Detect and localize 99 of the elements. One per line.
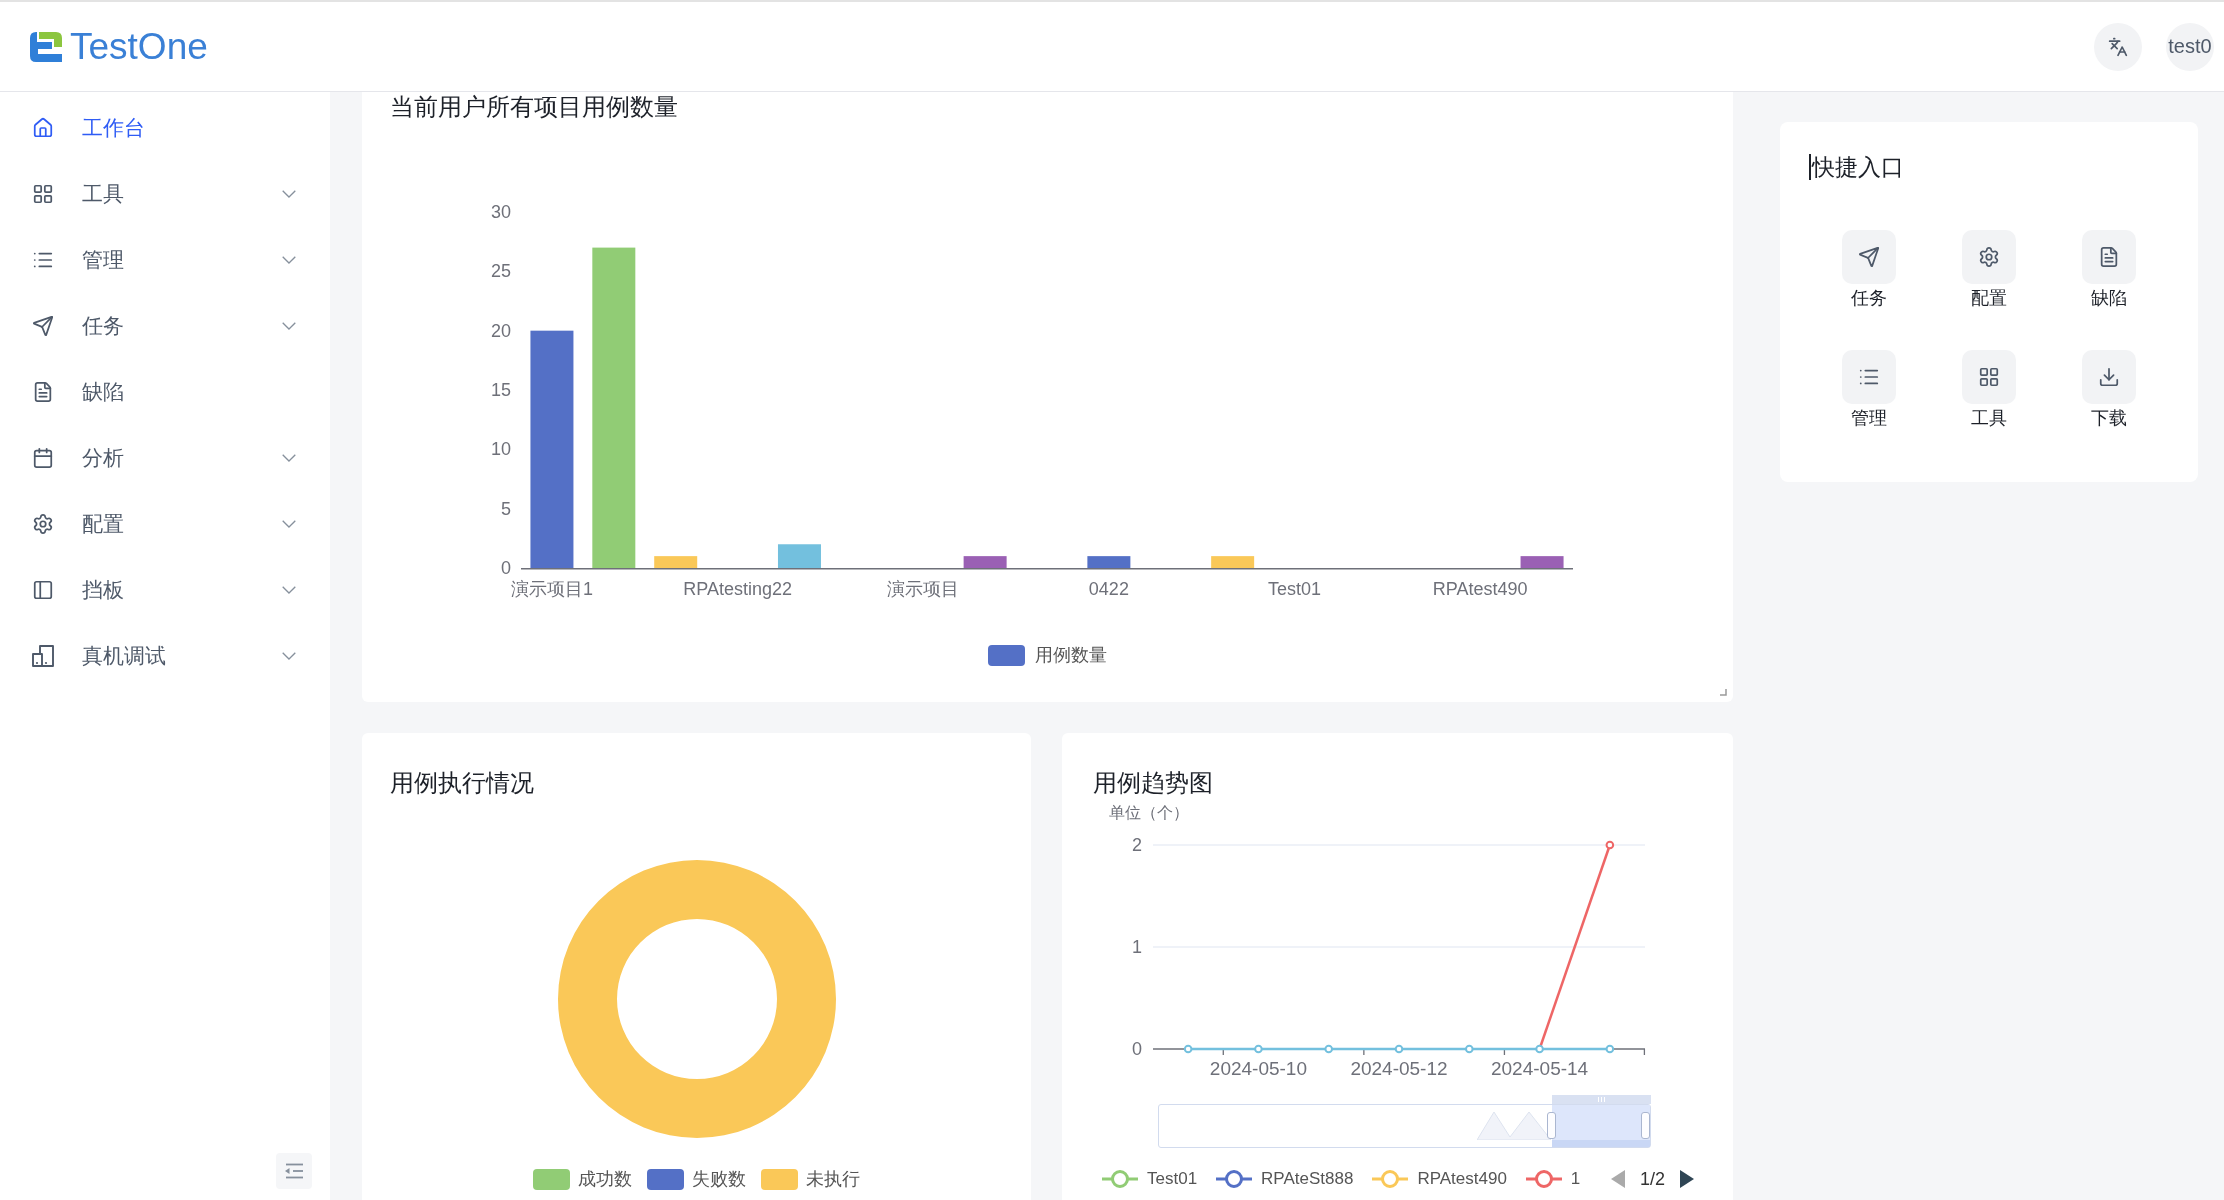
panel-icon <box>32 579 54 601</box>
sidebar-menu-item[interactable]: 任务 <box>0 293 330 359</box>
bar <box>1211 556 1255 568</box>
legend-item[interactable]: 未执行 <box>761 1168 860 1190</box>
slider-handle[interactable] <box>1547 1112 1557 1139</box>
legend-item[interactable]: RPAtest490 <box>1372 1168 1507 1190</box>
next-page-button[interactable] <box>1680 1170 1695 1188</box>
y-axis-label: 0 <box>501 558 511 578</box>
sidebar-menu-item[interactable]: 缺陷 <box>0 359 330 425</box>
y-axis-label: 15 <box>490 380 511 400</box>
data-point <box>1394 1044 1404 1054</box>
triangle-left-icon <box>1611 1170 1625 1188</box>
x-axis-label: 演示项目 <box>887 579 960 599</box>
chevron-down-icon <box>282 190 296 198</box>
chevron-down-icon <box>282 586 296 594</box>
bar <box>777 544 821 568</box>
sidebar-menu-item[interactable]: 分析 <box>0 425 330 491</box>
slider-handle[interactable] <box>1641 1112 1650 1139</box>
data-point <box>1465 1044 1474 1054</box>
quick-entry-button[interactable]: 下载 <box>2082 350 2136 430</box>
collapse-sidebar-button[interactable] <box>276 1153 312 1189</box>
legend-item[interactable]: Test01 <box>1102 1168 1198 1190</box>
download-icon <box>2082 350 2136 404</box>
x-axis-label: RPAtest490 <box>1432 579 1528 599</box>
legend-item[interactable]: 成功数 <box>533 1168 632 1190</box>
card-title: 用例趋势图 <box>1092 768 1214 798</box>
quick-entry-button[interactable]: 管理 <box>1842 350 1896 430</box>
card-title: 当前用户所有项目用例数量 <box>389 92 679 122</box>
x-axis-label: 2024-05-12 <box>1350 1058 1448 1079</box>
user-avatar[interactable]: test0 <box>2166 22 2214 71</box>
grid-icon <box>32 183 54 205</box>
data-point <box>1183 1044 1193 1054</box>
y-axis-label: 25 <box>490 261 511 282</box>
bar <box>963 556 1007 568</box>
settings-icon <box>32 513 54 535</box>
x-axis-label: 2024-05-14 <box>1490 1058 1589 1079</box>
sidebar-menu-item[interactable]: 配置 <box>0 491 330 557</box>
zoom-slider-track[interactable] <box>1158 1104 1651 1148</box>
x-axis-label: 2024-05-10 <box>1209 1058 1308 1079</box>
text-cursor <box>1809 154 1811 180</box>
settings-icon <box>1962 230 2016 284</box>
chevron-down-icon <box>282 454 296 462</box>
calendar-icon <box>32 447 54 469</box>
translate-icon <box>2108 36 2128 57</box>
quick-entry-button[interactable]: 工具 <box>1962 350 2016 430</box>
data-point <box>1535 1044 1544 1054</box>
triangle-right-icon <box>1680 1170 1695 1188</box>
translate-button[interactable] <box>2094 22 2142 71</box>
y-axis-title: 单位（个） <box>1109 804 1189 821</box>
sidebar-menu-item[interactable]: 工作台 <box>0 95 330 161</box>
quick-entry-button[interactable]: 任务 <box>1842 230 1896 310</box>
chevron-down-icon <box>282 520 296 528</box>
x-axis-label: 演示项目1 <box>510 579 593 599</box>
card-title: 用例执行情况 <box>389 768 535 798</box>
y-axis-label: 10 <box>490 439 511 460</box>
legend-item[interactable]: 1 <box>1525 1168 1581 1190</box>
y-axis-label: 20 <box>490 320 511 341</box>
data-point <box>1324 1044 1333 1054</box>
sidebar-menu-item[interactable]: 挡板 <box>0 557 330 623</box>
page-indicator: 1/2 <box>1640 1168 1666 1190</box>
chevron-down-icon <box>282 256 296 264</box>
data-point <box>1254 1044 1263 1054</box>
paper-plane-icon <box>32 315 54 337</box>
bar <box>654 556 698 568</box>
sidebar-menu-item[interactable]: 真机调试 <box>0 623 330 689</box>
y-axis-label: 0 <box>1132 1039 1142 1059</box>
chevron-down-icon <box>282 322 296 330</box>
logo-text: TestOne <box>70 25 208 68</box>
x-axis-label: 0422 <box>1088 579 1129 599</box>
resize-handle-icon[interactable] <box>1720 689 1727 696</box>
list-icon <box>1842 350 1896 404</box>
legend-item[interactable]: 用例数量 <box>988 644 1107 666</box>
quick-entry-button[interactable]: 缺陷 <box>2082 230 2136 310</box>
sidebar-menu-item[interactable]: 工具 <box>0 161 330 227</box>
home-icon <box>32 117 54 139</box>
y-axis-label: 30 <box>490 202 511 222</box>
grid-icon <box>1962 350 2016 404</box>
x-axis-label: RPAtesting22 <box>683 579 792 599</box>
y-axis-label: 1 <box>1132 937 1142 957</box>
legend-item[interactable]: RPAteSt888 <box>1216 1168 1354 1190</box>
chevron-down-icon <box>282 652 296 660</box>
sidebar-menu-item[interactable]: 管理 <box>0 227 330 293</box>
y-axis-label: 2 <box>1132 835 1142 855</box>
data-point <box>1605 840 1615 850</box>
bar <box>1087 556 1131 568</box>
legend-item[interactable]: 失败数 <box>647 1168 746 1190</box>
document-icon <box>2082 230 2136 284</box>
logo-icon <box>30 31 62 62</box>
outdent-icon <box>284 1163 304 1179</box>
card-title: 快捷入口 <box>1812 153 1904 181</box>
x-axis-label: Test01 <box>1268 579 1322 599</box>
data-point <box>1605 1044 1615 1054</box>
y-axis-label: 5 <box>501 498 511 519</box>
paper-plane-icon <box>1842 230 1896 284</box>
devices-icon <box>32 645 54 667</box>
zoom-window[interactable] <box>1551 1105 1650 1147</box>
document-icon <box>32 381 54 403</box>
quick-entry-button[interactable]: 配置 <box>1962 230 2016 310</box>
bar <box>1520 556 1564 568</box>
